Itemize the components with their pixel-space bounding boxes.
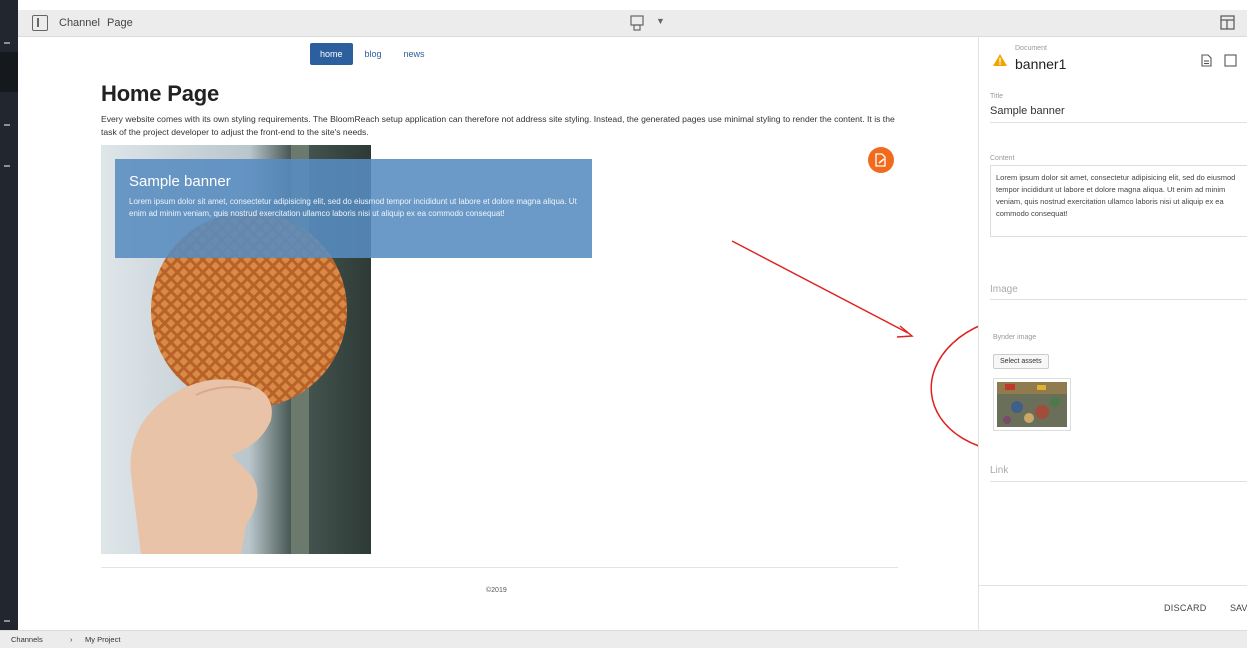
chevron-down-icon[interactable]: ▼ <box>656 16 665 26</box>
maximize-icon[interactable] <box>1223 53 1238 68</box>
title-field-underline <box>990 122 1247 123</box>
rail-selected-item[interactable] <box>0 52 18 92</box>
page-menu[interactable]: Page <box>107 17 133 29</box>
discard-button[interactable]: DISCARD <box>1164 603 1207 613</box>
breadcrumb: Channels › My Project <box>0 630 1247 648</box>
copyright-text: ©2019 <box>486 587 507 594</box>
document-editor-panel: Document banner1 Title Sample banner Con… <box>978 37 1247 630</box>
content-field[interactable]: Lorem ipsum dolor sit amet, consectetur … <box>990 165 1247 237</box>
nav-item-news[interactable]: news <box>394 43 435 65</box>
rail-marker <box>4 165 10 167</box>
warning-icon <box>993 54 1007 66</box>
bynder-image-label: Bynder image <box>993 334 1037 341</box>
footer-divider <box>101 567 898 568</box>
rail-marker <box>4 620 10 622</box>
channel-preview: home blog news Home Page Every website c… <box>18 37 978 630</box>
image-field-label[interactable]: Image <box>990 284 1018 295</box>
document-name: banner1 <box>1015 56 1067 72</box>
content-field-label: Content <box>990 155 1015 162</box>
left-rail <box>0 0 18 630</box>
select-assets-button[interactable]: Select assets <box>993 354 1049 369</box>
top-toolbar: Channel Page ▼ <box>18 10 1247 37</box>
image-field-underline <box>990 299 1247 300</box>
document-type-label: Document <box>1015 45 1047 52</box>
rail-marker <box>4 42 10 44</box>
breadcrumb-separator: › <box>70 635 73 644</box>
device-preview-icon[interactable] <box>630 15 644 31</box>
breadcrumb-my-project[interactable]: My Project <box>85 635 120 644</box>
banner-text: Lorem ipsum dolor sit amet, consectetur … <box>129 197 577 218</box>
edit-content-button[interactable] <box>868 147 894 173</box>
intro-text: Every website comes with its own styling… <box>101 114 895 137</box>
site-nav: home blog news <box>310 43 435 65</box>
title-field-label: Title <box>990 93 1003 100</box>
edit-document-icon <box>875 153 886 167</box>
banner-overlay[interactable]: Sample banner Lorem ipsum dolor sit amet… <box>115 159 592 258</box>
channel-menu[interactable]: Channel <box>59 17 100 29</box>
bynder-asset-thumbnail[interactable] <box>993 378 1071 431</box>
open-in-editor-icon[interactable] <box>1199 53 1214 68</box>
breadcrumb-channels[interactable]: Channels <box>11 635 43 644</box>
link-field-underline <box>990 481 1247 482</box>
title-field[interactable]: Sample banner <box>990 105 1065 117</box>
layout-toggle-icon[interactable] <box>1220 15 1235 30</box>
link-field-label[interactable]: Link <box>990 465 1008 476</box>
banner-title: Sample banner <box>129 173 231 190</box>
page-title: Home Page <box>101 81 220 106</box>
nav-item-home[interactable]: home <box>310 43 353 65</box>
panel-footer: DISCARD SAVE <box>979 585 1247 630</box>
nav-item-blog[interactable]: blog <box>355 43 392 65</box>
sidenav-toggle-icon[interactable] <box>32 15 48 31</box>
rail-marker <box>4 124 10 126</box>
save-button[interactable]: SAVE <box>1230 603 1247 613</box>
